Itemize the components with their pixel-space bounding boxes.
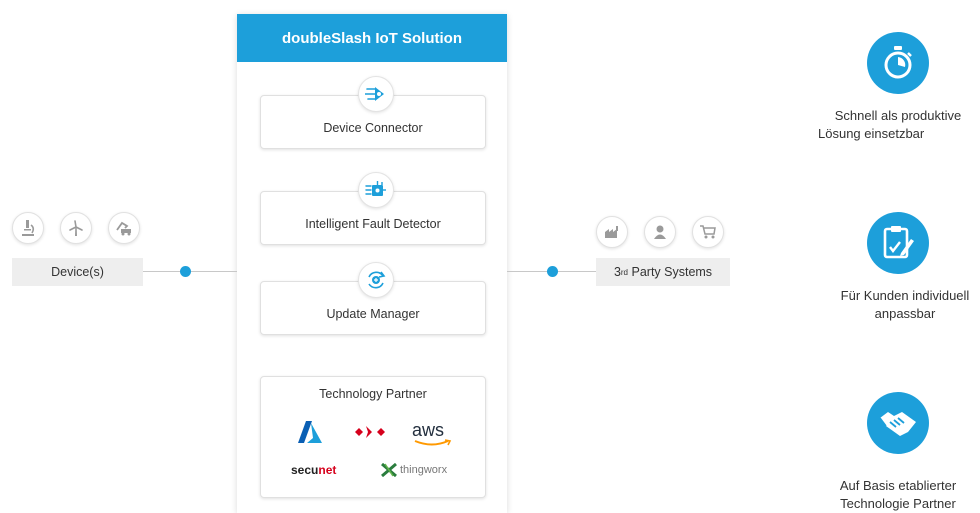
module-label: Update Manager	[326, 307, 420, 321]
thingworx-logo: thingworx	[381, 463, 447, 477]
benefit-2-line1: Für Kunden individuell	[840, 288, 970, 303]
third-party-connector-dot	[547, 266, 558, 277]
third-party-label[interactable]: 3rd Party Systems	[596, 258, 730, 286]
devices-label[interactable]: Device(s)	[12, 258, 143, 286]
handshake-icon	[867, 392, 929, 454]
third-party-label-main: 3	[613, 265, 621, 279]
technology-partner-box: Technology Partner aws secunet thingworx	[260, 376, 486, 498]
factory-icon	[596, 216, 628, 248]
azure-logo	[298, 421, 322, 443]
update-manager-icon	[358, 262, 394, 298]
solution-panel: doubleSlash IoT Solution Device Connecto…	[237, 14, 507, 513]
secunet-logo: secunet	[291, 463, 336, 477]
person-icon	[644, 216, 676, 248]
third-party-label-rest: Party Systems	[628, 265, 713, 279]
thingworx-text: thingworx	[400, 464, 448, 476]
microscope-icon	[12, 212, 44, 244]
solution-title: doubleSlash IoT Solution	[237, 14, 507, 62]
benefit-1-text: Schnell als produktive Lösung einsetzbar	[808, 107, 980, 143]
aws-logo: aws	[412, 421, 454, 449]
shopping-cart-icon	[692, 216, 724, 248]
benefit-3-line1: Auf Basis etablierter	[839, 478, 957, 493]
benefit-2-text: Für Kunden individuell anpassbar	[815, 287, 980, 323]
construction-vehicle-icon	[108, 212, 140, 244]
secunet-part2: net	[318, 463, 337, 477]
benefit-1-line2: Lösung einsetzbar	[818, 126, 925, 141]
benefit-3-text: Auf Basis etablierter Technologie Partne…	[808, 477, 980, 513]
aws-text: aws	[412, 420, 445, 440]
devices-connector-dot	[180, 266, 191, 277]
benefit-3-line2: Technologie Partner	[840, 496, 956, 511]
device-connector-icon	[358, 76, 394, 112]
stopwatch-icon	[867, 32, 929, 94]
benefit-1-line1: Schnell als produktive	[834, 108, 962, 123]
third-party-label-sup: rd	[620, 267, 629, 277]
partner-title: Technology Partner	[319, 387, 427, 401]
module-label: Device Connector	[323, 121, 423, 135]
module-label: Intelligent Fault Detector	[305, 217, 441, 231]
red-arrows-logo	[355, 426, 385, 438]
fault-detector-icon	[358, 172, 394, 208]
secunet-part1: secu	[291, 463, 319, 477]
wind-turbine-icon	[60, 212, 92, 244]
clipboard-edit-icon	[867, 212, 929, 274]
benefit-2-line2: anpassbar	[874, 306, 936, 321]
thingworx-mark-icon	[381, 463, 397, 477]
